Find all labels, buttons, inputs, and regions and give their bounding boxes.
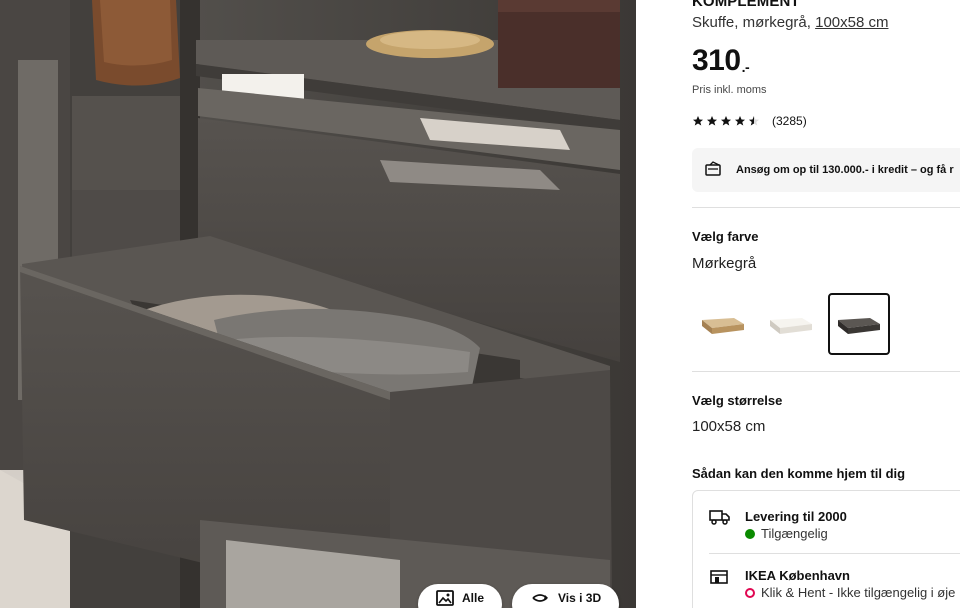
vat-note: Pris inkl. moms (692, 84, 767, 96)
delivery-options-box: Levering til 2000 Tilgængelig IKEA Køben… (692, 490, 960, 608)
star-icon (749, 116, 759, 126)
product-info-panel: KOMPLEMENT Skuffe, mørkegrå, 100x58 cm 3… (692, 0, 960, 608)
view-3d-button[interactable]: Vis i 3D (512, 584, 620, 608)
price-decimal: .- (741, 59, 750, 75)
product-description-text: Skuffe, mørkegrå, (692, 14, 816, 31)
star-icon (721, 116, 731, 126)
product-size-link[interactable]: 100x58 cm (815, 14, 888, 31)
price-integer: 310 (692, 44, 741, 77)
divider (692, 207, 960, 208)
product-name: KOMPLEMENT (692, 0, 800, 10)
delivery-option-title: Levering til 2000 (745, 509, 847, 524)
delivery-option-status: Klik & Hent - Ikke tilgængelig i øje (761, 585, 956, 600)
credit-banner[interactable]: Ansøg om op til 130.000.- i kredit – og … (692, 148, 960, 192)
credit-card-icon (704, 160, 724, 180)
product-price: 310.- (692, 44, 750, 78)
color-swatch-white[interactable] (760, 293, 822, 355)
rotate-3d-icon (530, 590, 550, 606)
image-icon (436, 590, 454, 606)
star-icon (707, 116, 717, 126)
divider (692, 371, 960, 372)
delivery-section-title: Sådan kan den komme hjem til dig (692, 466, 906, 481)
gallery-all-button[interactable]: Alle (418, 584, 503, 608)
star-icon (693, 116, 703, 126)
selected-size: 100x58 cm (692, 418, 766, 435)
rating-stars (692, 115, 760, 127)
delivery-option-home[interactable]: Levering til 2000 Tilgængelig (709, 509, 847, 541)
rating-count: (3285) (772, 114, 807, 128)
product-image[interactable]: Alle Vis i 3D (0, 0, 636, 608)
delivery-option-status: Tilgængelig (761, 526, 828, 541)
size-section-title: Vælg størrelse (692, 393, 783, 408)
gallery-all-label: Alle (462, 591, 485, 605)
color-section-title: Vælg farve (692, 229, 759, 244)
product-description: Skuffe, mørkegrå, 100x58 cm (692, 14, 888, 31)
truck-icon (709, 509, 731, 541)
view-3d-label: Vis i 3D (558, 591, 602, 605)
drawer-photo-illustration (0, 0, 636, 608)
available-status-dot (745, 528, 755, 539)
divider (709, 553, 960, 554)
color-swatch-dark-grey[interactable] (828, 293, 890, 355)
credit-banner-text: Ansøg om op til 130.000.- i kredit – og … (736, 164, 954, 176)
product-rating[interactable]: (3285) (692, 114, 807, 128)
store-icon (709, 568, 731, 600)
star-icon (735, 116, 745, 126)
delivery-option-title: IKEA København (745, 568, 850, 583)
color-swatch-white-stained-oak[interactable] (692, 293, 754, 355)
delivery-option-store[interactable]: IKEA København Klik & Hent - Ikke tilgæn… (709, 568, 955, 600)
unavailable-status-dot (745, 587, 755, 598)
selected-color: Mørkegrå (692, 255, 757, 272)
